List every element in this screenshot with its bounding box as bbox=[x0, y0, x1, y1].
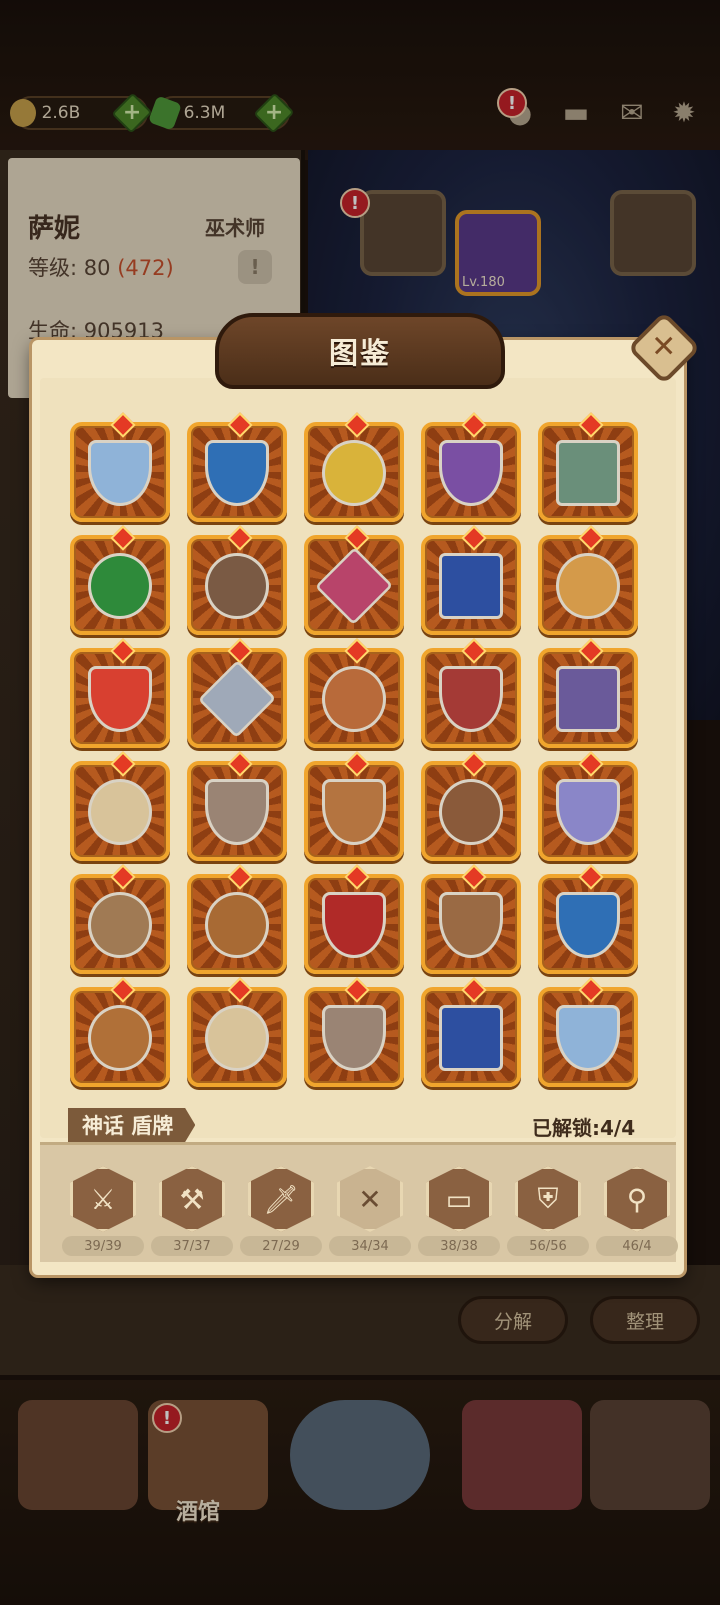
category-tab-count: 56/56 bbox=[507, 1236, 589, 1256]
seahorse-banner-shield-icon bbox=[439, 553, 503, 619]
shield-cross-icon: ✕ bbox=[337, 1166, 403, 1232]
iron-round-shield-icon bbox=[439, 779, 503, 845]
item-slot[interactable] bbox=[187, 648, 287, 748]
armor-icon: ⛨ bbox=[515, 1166, 581, 1232]
item-slot[interactable] bbox=[538, 648, 638, 748]
wood-kite-shield-icon bbox=[322, 779, 386, 845]
modal-title-plate: 图鉴 bbox=[215, 313, 505, 389]
stone-heater-shield-2-icon bbox=[322, 1005, 386, 1071]
item-slot[interactable] bbox=[187, 422, 287, 522]
seahorse-banner-shield-2-icon bbox=[439, 1005, 503, 1071]
category-tab[interactable]: ⚲ bbox=[604, 1166, 670, 1240]
category-tab[interactable]: ▭ bbox=[426, 1166, 492, 1240]
axe-round-shield-icon bbox=[556, 553, 620, 619]
barrel-shield-icon bbox=[556, 440, 620, 506]
unlock-count: 已解锁:4/4 bbox=[532, 1116, 636, 1140]
item-slot[interactable] bbox=[187, 874, 287, 974]
item-slot[interactable] bbox=[421, 761, 521, 861]
antler-heater-shield-icon bbox=[88, 440, 152, 506]
sword-icon: ⚔ bbox=[70, 1166, 136, 1232]
category-tab-count: 46/4 bbox=[596, 1236, 678, 1256]
wood-round-shield-icon bbox=[322, 666, 386, 732]
violet-heater-shield-icon bbox=[556, 779, 620, 845]
boss-round-shield-2-icon bbox=[88, 1005, 152, 1071]
hourglass-shield-icon bbox=[439, 440, 503, 506]
category-tab[interactable]: 🗡 bbox=[248, 1166, 314, 1240]
book-icon: ▭ bbox=[426, 1166, 492, 1232]
item-slot[interactable] bbox=[70, 987, 170, 1087]
category-tab-count: 27/29 bbox=[240, 1236, 322, 1256]
category-tab[interactable]: ⚔ bbox=[70, 1166, 136, 1240]
item-slot[interactable] bbox=[70, 761, 170, 861]
category-tab[interactable]: ⚒ bbox=[159, 1166, 225, 1240]
boss-round-shield-icon bbox=[205, 892, 269, 958]
item-slot[interactable] bbox=[538, 874, 638, 974]
dagger-icon: 🗡 bbox=[248, 1166, 314, 1232]
item-slot[interactable] bbox=[70, 874, 170, 974]
amulet-icon: ⚲ bbox=[604, 1166, 670, 1232]
iron-kite-shield-icon bbox=[439, 892, 503, 958]
item-slot[interactable] bbox=[304, 422, 404, 522]
modal-title: 图鉴 bbox=[328, 336, 391, 370]
item-slot[interactable] bbox=[538, 761, 638, 861]
item-slot[interactable] bbox=[538, 422, 638, 522]
stone-heater-shield-icon bbox=[205, 779, 269, 845]
item-slot[interactable] bbox=[70, 648, 170, 748]
item-slot[interactable] bbox=[421, 987, 521, 1087]
axe-kite-shield-blue-icon bbox=[556, 892, 620, 958]
close-icon: ✕ bbox=[651, 329, 677, 365]
category-tab-count: 34/34 bbox=[329, 1236, 411, 1256]
spiked-round-shield-icon bbox=[205, 553, 269, 619]
item-slot[interactable] bbox=[70, 422, 170, 522]
plank-round-shield-icon bbox=[88, 892, 152, 958]
violet-tower-shield-icon bbox=[556, 666, 620, 732]
item-slot[interactable] bbox=[304, 761, 404, 861]
item-slot[interactable] bbox=[304, 874, 404, 974]
antler-heater-shield-2-icon bbox=[556, 1005, 620, 1071]
item-grid bbox=[70, 422, 650, 1090]
bronze-buckler-2-icon bbox=[205, 1005, 269, 1071]
crimson-leaf-shield-icon bbox=[439, 666, 503, 732]
item-slot[interactable] bbox=[538, 535, 638, 635]
category-tab-count: 39/39 bbox=[62, 1236, 144, 1256]
item-slot[interactable] bbox=[421, 422, 521, 522]
clover-oval-shield-icon bbox=[88, 553, 152, 619]
yellow-blue-round-shield-icon bbox=[322, 440, 386, 506]
club-icon: ⚒ bbox=[159, 1166, 225, 1232]
rose-banner-shield-icon bbox=[314, 546, 394, 626]
wolf-heater-shield-icon bbox=[88, 666, 152, 732]
item-slot[interactable] bbox=[187, 761, 287, 861]
item-slot[interactable] bbox=[304, 987, 404, 1087]
item-slot[interactable] bbox=[187, 987, 287, 1087]
item-slot[interactable] bbox=[421, 648, 521, 748]
bronze-buckler-icon bbox=[88, 779, 152, 845]
category-tab-count: 37/37 bbox=[151, 1236, 233, 1256]
category-tab-count: 38/38 bbox=[418, 1236, 500, 1256]
red-black-heater-shield-icon bbox=[322, 892, 386, 958]
item-slot[interactable] bbox=[421, 535, 521, 635]
item-slot[interactable] bbox=[538, 987, 638, 1087]
category-tab[interactable]: ✕ bbox=[337, 1166, 403, 1240]
diamond-wood-shield-icon bbox=[197, 659, 277, 739]
category-label: 神话 盾牌 bbox=[68, 1108, 196, 1142]
category-tab[interactable]: ⛨ bbox=[515, 1166, 581, 1240]
axe-kite-shield-icon bbox=[205, 440, 269, 506]
item-slot[interactable] bbox=[70, 535, 170, 635]
item-slot[interactable] bbox=[304, 648, 404, 748]
item-slot[interactable] bbox=[187, 535, 287, 635]
item-slot[interactable] bbox=[421, 874, 521, 974]
item-slot[interactable] bbox=[304, 535, 404, 635]
